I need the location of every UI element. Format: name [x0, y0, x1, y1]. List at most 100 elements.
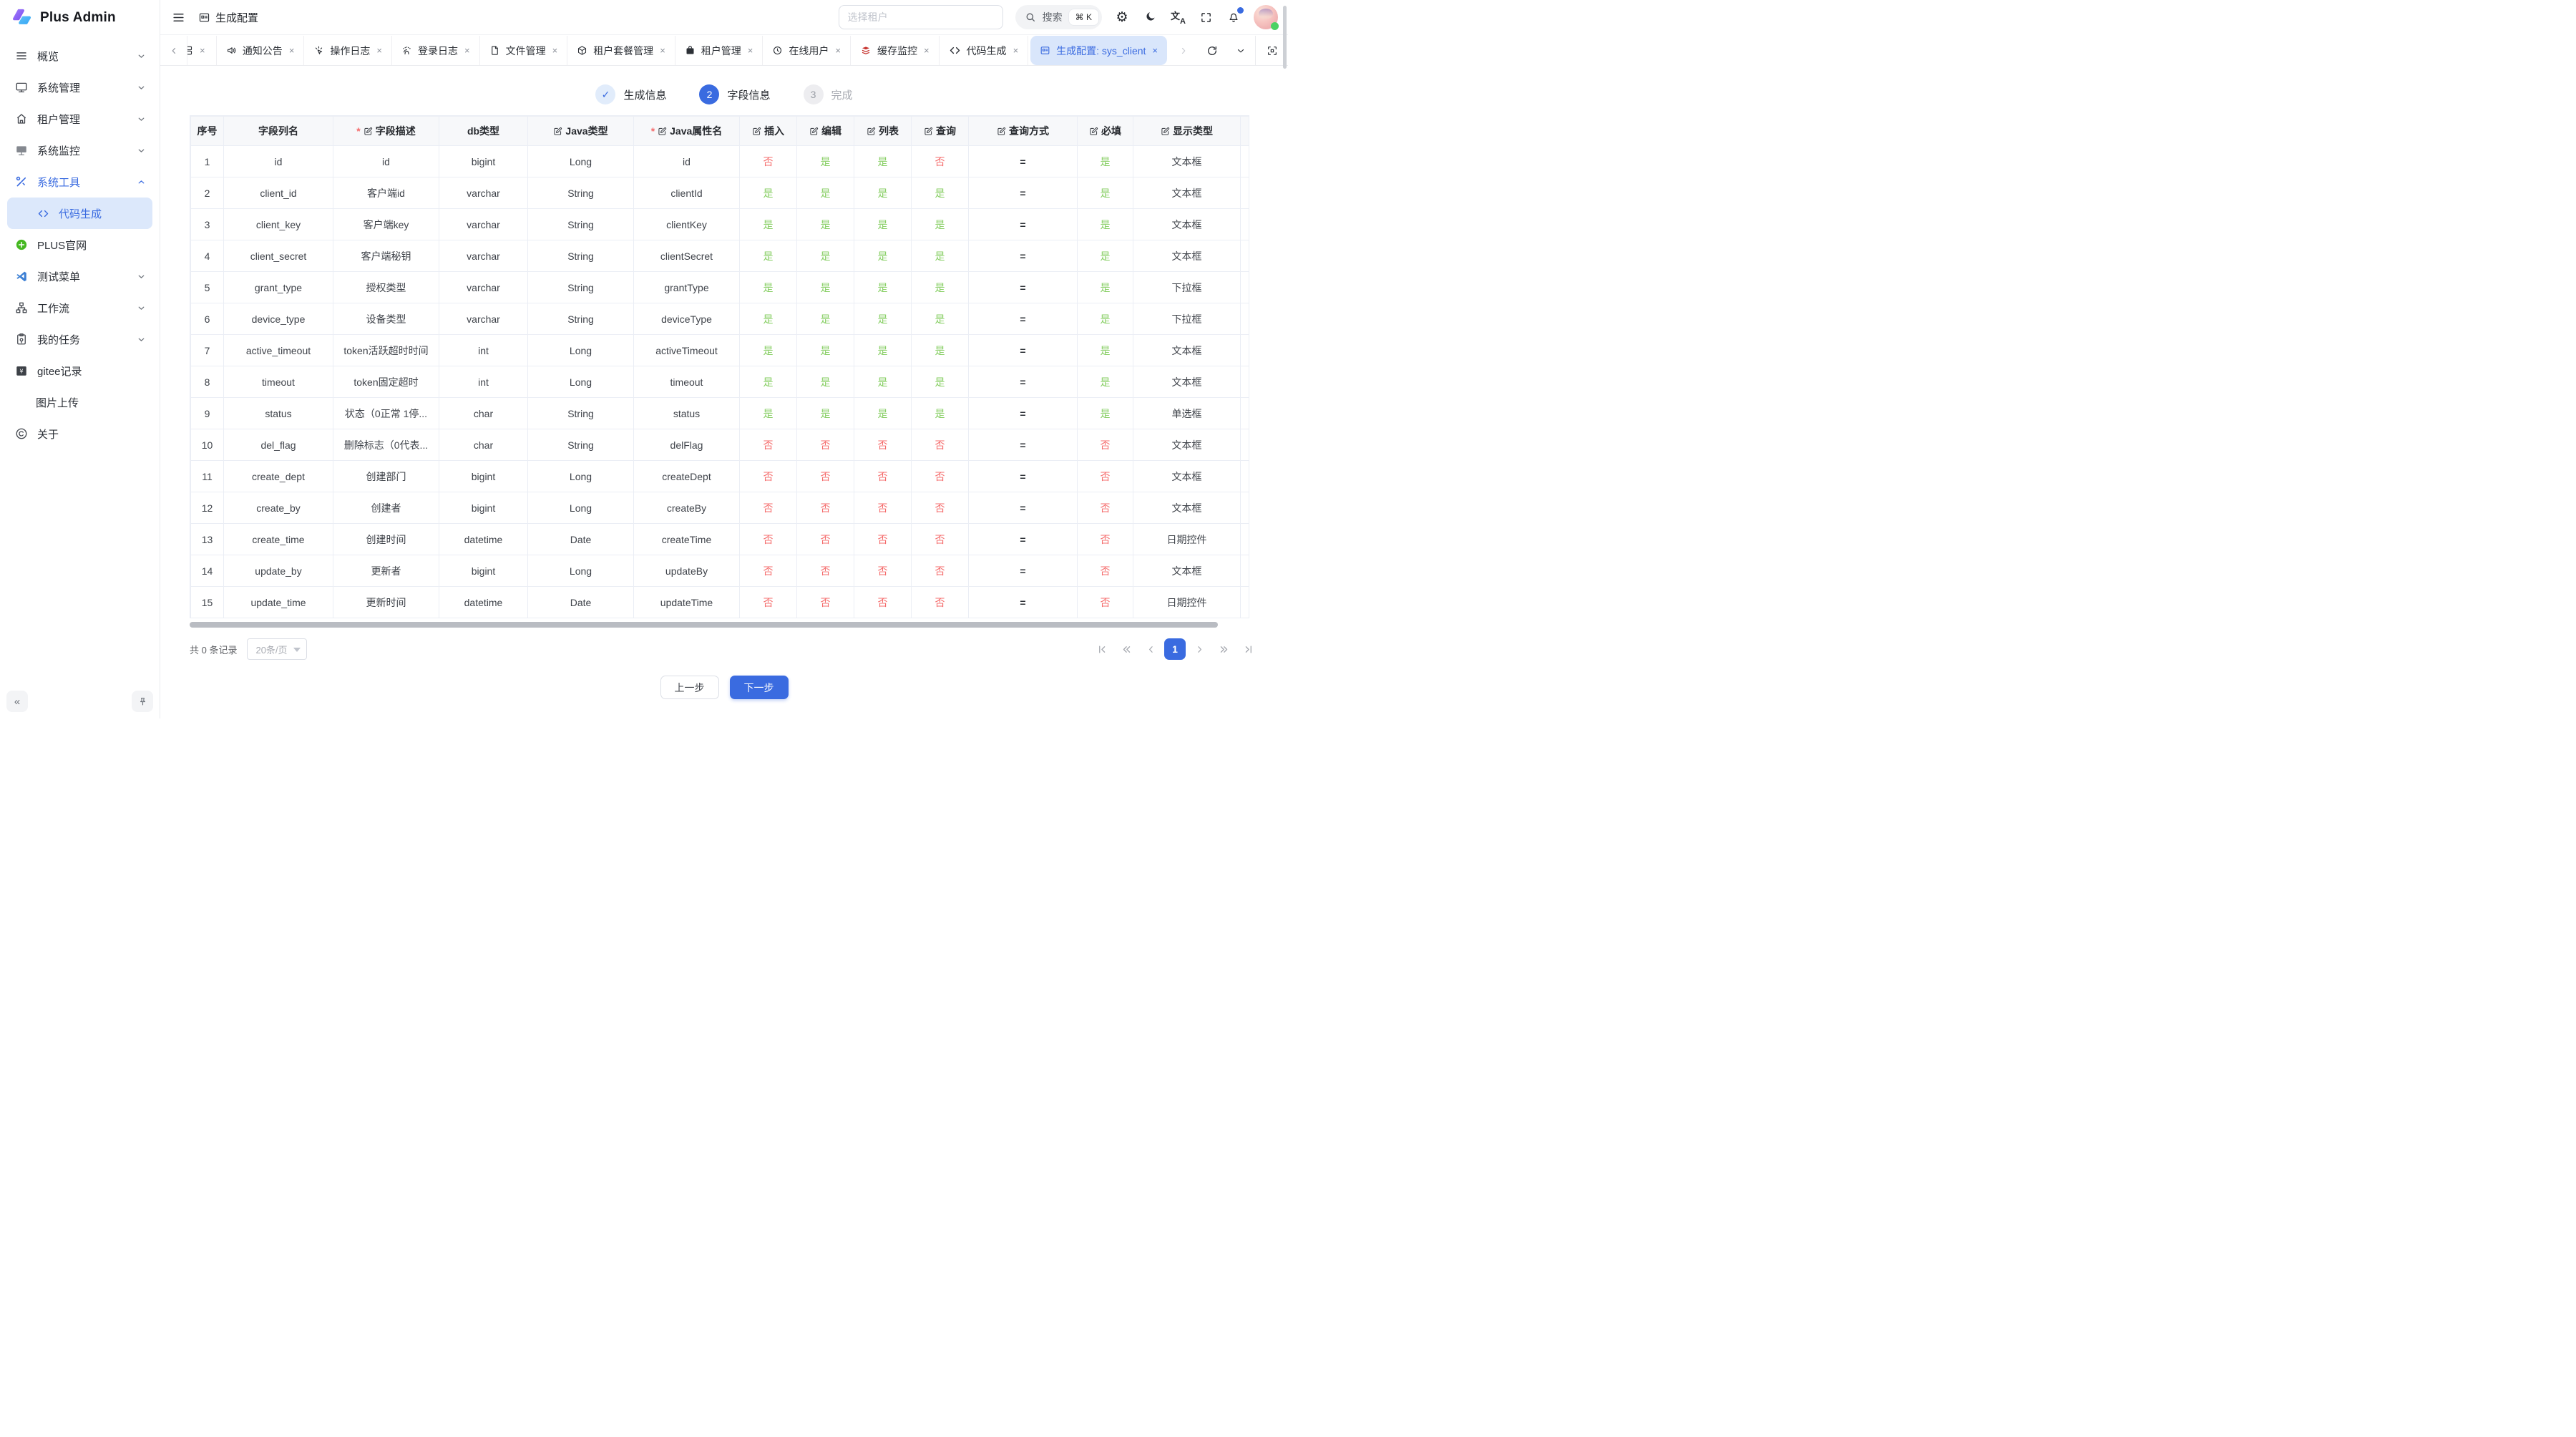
- cell[interactable]: 否: [854, 429, 912, 461]
- cell[interactable]: 是: [912, 177, 969, 209]
- cell[interactable]: 否: [854, 587, 912, 618]
- jump-back-icon[interactable]: [1116, 638, 1137, 660]
- page-size-select[interactable]: 20条/页: [247, 638, 306, 660]
- cell[interactable]: 文本框: [1133, 335, 1241, 366]
- avatar[interactable]: [1254, 5, 1278, 29]
- close-icon[interactable]: ×: [835, 45, 841, 56]
- cell[interactable]: 是: [1078, 366, 1133, 398]
- cell[interactable]: =: [969, 209, 1078, 240]
- cell[interactable]: String: [528, 240, 634, 272]
- cell[interactable]: 是: [912, 209, 969, 240]
- cell[interactable]: 是: [1078, 209, 1133, 240]
- cell[interactable]: =: [969, 303, 1078, 335]
- cell[interactable]: 否: [1078, 492, 1133, 524]
- cell[interactable]: 文本框: [1133, 209, 1241, 240]
- cell[interactable]: 否: [1078, 524, 1133, 555]
- cell[interactable]: 更新者: [333, 555, 439, 587]
- cell[interactable]: createTime: [634, 524, 740, 555]
- cell[interactable]: String: [528, 398, 634, 429]
- cell[interactable]: String: [528, 177, 634, 209]
- cell[interactable]: 创建部门: [333, 461, 439, 492]
- cell[interactable]: 是: [740, 272, 797, 303]
- cell[interactable]: 文本框: [1133, 366, 1241, 398]
- cell[interactable]: 是: [912, 303, 969, 335]
- cell[interactable]: 否: [912, 492, 969, 524]
- cell[interactable]: id: [634, 146, 740, 177]
- jump-forward-icon[interactable]: [1213, 638, 1234, 660]
- cell[interactable]: 日期控件: [1133, 524, 1241, 555]
- cell[interactable]: =: [969, 146, 1078, 177]
- cell[interactable]: 是: [912, 272, 969, 303]
- cell[interactable]: 创建时间: [333, 524, 439, 555]
- cell[interactable]: 文本框: [1133, 146, 1241, 177]
- cell[interactable]: 是: [740, 209, 797, 240]
- sidebar-item-system-admin[interactable]: 系统管理: [7, 72, 152, 103]
- cell[interactable]: 否: [740, 146, 797, 177]
- close-icon[interactable]: ×: [376, 45, 382, 56]
- refresh-icon[interactable]: [1198, 36, 1226, 65]
- cell[interactable]: 状态（0正常 1停...: [333, 398, 439, 429]
- cell[interactable]: updateBy: [634, 555, 740, 587]
- cell[interactable]: 创建者: [333, 492, 439, 524]
- cell[interactable]: 否: [740, 524, 797, 555]
- cell[interactable]: 是: [797, 240, 854, 272]
- cell[interactable]: [1241, 366, 1250, 398]
- tab-tenant-mgmt[interactable]: 租户管理×: [675, 36, 763, 65]
- notification-bell-icon[interactable]: [1226, 9, 1241, 25]
- cell[interactable]: [1241, 146, 1250, 177]
- tab-notice[interactable]: 通知公告×: [217, 36, 305, 65]
- cell[interactable]: 是: [854, 209, 912, 240]
- cell[interactable]: 授权类型: [333, 272, 439, 303]
- cell[interactable]: 否: [854, 492, 912, 524]
- cell[interactable]: 客户端秘钥: [333, 240, 439, 272]
- step-finish[interactable]: 3 完成: [804, 84, 853, 104]
- sidebar-item-system-monitor[interactable]: 系统监控: [7, 135, 152, 166]
- cell[interactable]: 是: [912, 240, 969, 272]
- cell[interactable]: Date: [528, 587, 634, 618]
- cell[interactable]: [1241, 303, 1250, 335]
- cell[interactable]: 是: [740, 335, 797, 366]
- close-icon[interactable]: ×: [289, 45, 295, 56]
- tab-oper-log[interactable]: 操作日志×: [304, 36, 392, 65]
- cell[interactable]: [1241, 398, 1250, 429]
- vertical-scrollbar-thumb[interactable]: [1283, 6, 1287, 69]
- cell[interactable]: 是: [1078, 240, 1133, 272]
- horizontal-scrollbar-thumb[interactable]: [190, 622, 1218, 628]
- cell[interactable]: 否: [912, 555, 969, 587]
- cell[interactable]: 单选框: [1133, 398, 1241, 429]
- cell[interactable]: 是: [797, 272, 854, 303]
- cell[interactable]: 否: [797, 555, 854, 587]
- next-page-icon[interactable]: [1189, 638, 1210, 660]
- cell[interactable]: 否: [912, 524, 969, 555]
- cell[interactable]: 否: [1078, 555, 1133, 587]
- sidebar-item-workflow[interactable]: 工作流: [7, 292, 152, 323]
- cell[interactable]: 否: [854, 524, 912, 555]
- cell[interactable]: [1241, 272, 1250, 303]
- cell[interactable]: 是: [854, 146, 912, 177]
- tabs-scroll-right-icon[interactable]: [1169, 36, 1198, 65]
- language-icon[interactable]: 文A: [1170, 9, 1186, 25]
- cell[interactable]: 否: [1078, 429, 1133, 461]
- cell[interactable]: Long: [528, 146, 634, 177]
- current-page-button[interactable]: 1: [1164, 638, 1186, 660]
- cell[interactable]: Long: [528, 555, 634, 587]
- sidebar-item-image-upload[interactable]: 图片上传: [7, 386, 152, 418]
- cell[interactable]: 否: [740, 587, 797, 618]
- cell[interactable]: =: [969, 240, 1078, 272]
- cell[interactable]: token固定超时: [333, 366, 439, 398]
- first-page-icon[interactable]: [1091, 638, 1113, 660]
- cell[interactable]: 下拉框: [1133, 272, 1241, 303]
- cell[interactable]: 否: [912, 146, 969, 177]
- close-icon[interactable]: ×: [748, 45, 753, 56]
- cell[interactable]: =: [969, 272, 1078, 303]
- cell[interactable]: 是: [912, 366, 969, 398]
- close-icon[interactable]: ×: [924, 45, 930, 56]
- tab-login-log[interactable]: 登录日志×: [392, 36, 480, 65]
- cell[interactable]: 否: [912, 429, 969, 461]
- cell[interactable]: [1241, 492, 1250, 524]
- cell[interactable]: 否: [797, 492, 854, 524]
- settings-gear-icon[interactable]: ⚙: [1114, 9, 1130, 25]
- cell[interactable]: 删除标志（0代表...: [333, 429, 439, 461]
- cell[interactable]: 是: [1078, 303, 1133, 335]
- cell[interactable]: 否: [740, 461, 797, 492]
